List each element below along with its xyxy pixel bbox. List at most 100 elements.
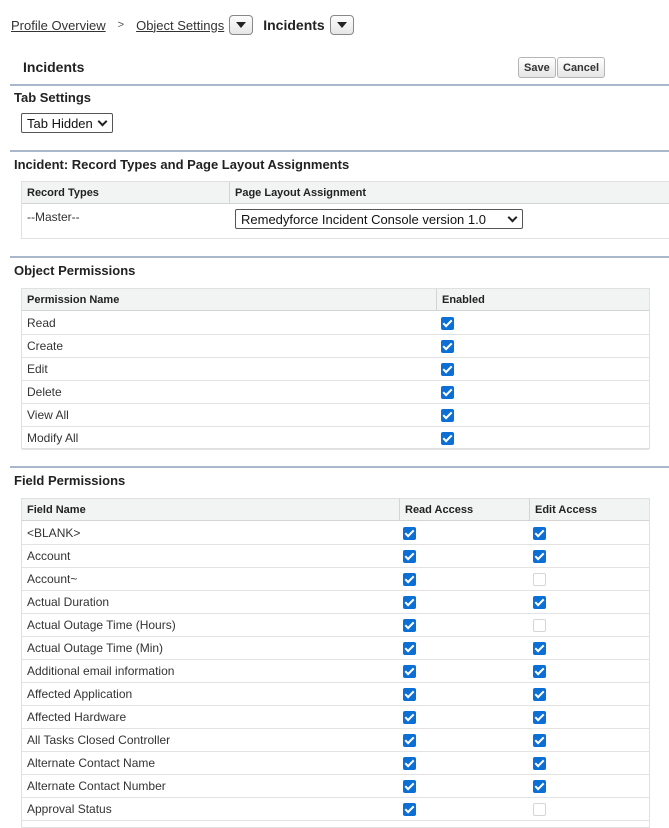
table-header: Record Types Page Layout Assignment <box>22 182 669 204</box>
field-name: Affected Application <box>27 687 133 701</box>
table-header: Field Name Read Access Edit Access <box>22 499 649 521</box>
field-name: Additional email information <box>27 664 175 678</box>
table-row: Alternate Contact Number <box>22 775 649 798</box>
table-row: Affected Hardware <box>22 706 649 729</box>
chevron-down-icon <box>97 116 108 127</box>
table-header: Permission Name Enabled <box>22 289 649 311</box>
record-type-name: --Master-- <box>27 210 80 224</box>
table-row: Additional email information <box>22 660 649 683</box>
page-layout-selected-value: Remedyforce Incident Console version 1.0 <box>241 211 486 227</box>
column-header-read-access: Read Access <box>405 504 474 516</box>
column-header-page-layout: Page Layout Assignment <box>235 187 367 199</box>
table-row: Account~ <box>22 568 649 591</box>
record-types-title: Incident: Record Types and Page Layout A… <box>14 157 350 172</box>
enabled-checkbox[interactable] <box>441 409 454 422</box>
table-row: Actual Outage Time (Hours) <box>22 614 649 637</box>
read-access-checkbox[interactable] <box>403 688 416 701</box>
edit-access-checkbox[interactable] <box>533 527 546 540</box>
table-row: Create <box>22 335 649 358</box>
field-name: <BLANK> <box>27 526 81 540</box>
permission-name: Create <box>27 339 64 353</box>
edit-access-checkbox[interactable] <box>533 642 546 655</box>
enabled-checkbox[interactable] <box>441 386 454 399</box>
field-name: Actual Duration <box>27 595 110 609</box>
field-name: Actual Outage Time (Hours) <box>27 618 176 632</box>
field-permissions-title: Field Permissions <box>14 473 126 488</box>
save-button[interactable]: Save <box>518 57 556 78</box>
column-header-record-types: Record Types <box>27 187 99 199</box>
tab-settings-select[interactable]: Tab Hidden <box>21 113 113 133</box>
read-access-checkbox[interactable] <box>403 734 416 747</box>
table-row: View All <box>22 404 649 427</box>
read-access-checkbox[interactable] <box>403 550 416 563</box>
breadcrumb-current: Incidents <box>263 17 325 33</box>
edit-access-checkbox[interactable] <box>533 711 546 724</box>
record-types-table: Record Types Page Layout Assignment --Ma… <box>21 181 669 239</box>
edit-access-checkbox[interactable] <box>533 780 546 793</box>
section-divider <box>10 150 669 152</box>
read-access-checkbox[interactable] <box>403 619 416 632</box>
tab-settings-title: Tab Settings <box>14 90 92 105</box>
caret-down-icon <box>236 22 247 28</box>
field-name: Affected Hardware <box>27 710 127 724</box>
field-name: Account <box>27 549 71 563</box>
field-name: Alternate Contact Name <box>27 756 156 770</box>
edit-access-checkbox[interactable] <box>533 573 546 586</box>
breadcrumb-object-settings-link[interactable]: Object Settings <box>136 18 224 33</box>
section-divider <box>10 256 669 258</box>
edit-access-checkbox[interactable] <box>533 550 546 563</box>
field-name: Actual Outage Time (Min) <box>27 641 164 655</box>
enabled-checkbox[interactable] <box>441 317 454 330</box>
table-row: <BLANK> <box>22 522 649 545</box>
breadcrumb: Profile Overview > Object Settings Incid… <box>11 14 354 36</box>
breadcrumb-separator: > <box>117 19 125 31</box>
permission-name: Modify All <box>27 431 79 445</box>
section-divider <box>10 84 669 86</box>
tab-settings-selected-value: Tab Hidden <box>27 115 93 131</box>
table-row: All Tasks Closed Controller <box>22 729 649 752</box>
object-settings-dropdown-button[interactable] <box>229 15 254 35</box>
edit-access-checkbox[interactable] <box>533 734 546 747</box>
column-header-enabled: Enabled <box>442 294 485 306</box>
read-access-checkbox[interactable] <box>403 596 416 609</box>
enabled-checkbox[interactable] <box>441 363 454 376</box>
table-row: Actual Duration <box>22 591 649 614</box>
table-row: Affected Application <box>22 683 649 706</box>
read-access-checkbox[interactable] <box>403 642 416 655</box>
read-access-checkbox[interactable] <box>403 665 416 678</box>
field-name: Approval Status <box>27 802 112 816</box>
permission-name: Edit <box>27 362 48 376</box>
read-access-checkbox[interactable] <box>403 780 416 793</box>
edit-access-checkbox[interactable] <box>533 619 546 632</box>
field-name: Account~ <box>27 572 78 586</box>
breadcrumb-profile-overview-link[interactable]: Profile Overview <box>11 18 106 33</box>
object-permissions-title: Object Permissions <box>14 263 136 278</box>
chevron-down-icon <box>507 212 518 223</box>
table-row: Modify All <box>22 427 649 450</box>
permission-name: View All <box>27 408 69 422</box>
table-row: Delete <box>22 381 649 404</box>
enabled-checkbox[interactable] <box>441 432 454 445</box>
read-access-checkbox[interactable] <box>403 527 416 540</box>
table-row: Approval Status <box>22 798 649 821</box>
cancel-button[interactable]: Cancel <box>557 57 606 78</box>
read-access-checkbox[interactable] <box>403 757 416 770</box>
edit-access-checkbox[interactable] <box>533 688 546 701</box>
table-row: Alternate Contact Name <box>22 752 649 775</box>
page-layout-select[interactable]: Remedyforce Incident Console version 1.0 <box>235 209 523 229</box>
edit-access-checkbox[interactable] <box>533 757 546 770</box>
edit-access-checkbox[interactable] <box>533 803 546 816</box>
read-access-checkbox[interactable] <box>403 803 416 816</box>
enabled-checkbox[interactable] <box>441 340 454 353</box>
incidents-dropdown-button[interactable] <box>329 15 354 35</box>
section-divider <box>10 466 669 468</box>
table-row: Read <box>22 312 649 335</box>
permission-name: Read <box>27 316 56 330</box>
column-header-edit-access: Edit Access <box>535 504 597 516</box>
column-header-permission-name: Permission Name <box>27 294 120 306</box>
read-access-checkbox[interactable] <box>403 573 416 586</box>
edit-access-checkbox[interactable] <box>533 596 546 609</box>
table-row: Actual Outage Time (Min) <box>22 637 649 660</box>
edit-access-checkbox[interactable] <box>533 665 546 678</box>
read-access-checkbox[interactable] <box>403 711 416 724</box>
